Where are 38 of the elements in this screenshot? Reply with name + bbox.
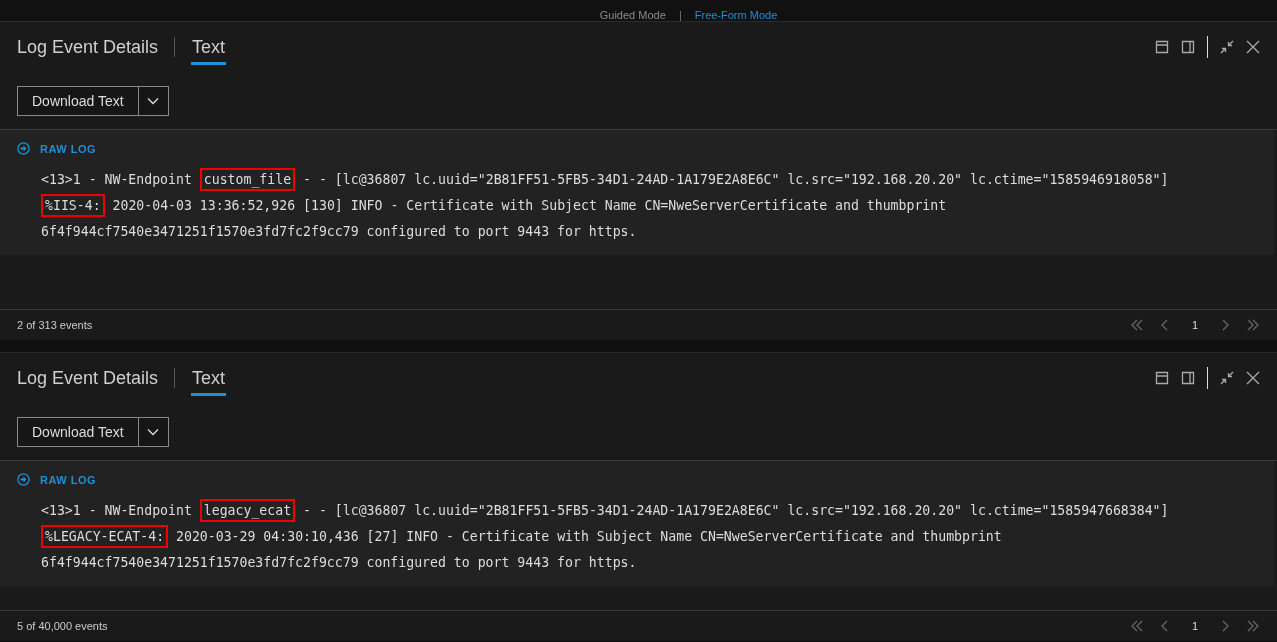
dropdown-button[interactable] [138, 416, 169, 447]
log-line: 6f4f944cf7540e3471251f1570e3fd7fc2f9cc79 configured to port 9443 for https. [41, 554, 638, 572]
page-number: 1 [1190, 319, 1199, 331]
last-page-icon[interactable] [1246, 619, 1260, 633]
dropdown-button[interactable] [138, 85, 169, 116]
close-icon[interactable] [1246, 40, 1260, 54]
arrow-circle-icon[interactable] [17, 473, 30, 486]
close-icon[interactable] [1246, 371, 1260, 385]
view-tab[interactable]: Text [191, 29, 227, 65]
log-line: %IIS-4: 2020-04-03 13:36:52,926 [130] INFO - Certificate with Subject Name CN=NweServerCertificate and thumbprint [41, 193, 1257, 219]
log-line: <13>1 - NW-Endpoint legacy_ecat - - [lc@36807 lc.uuid="2B81FF51-5FB5-34D1-24AD-1A179E2A8E6C" lc.src="192.168.20.20" lc.ctime="1585947668384"] [41, 498, 1257, 524]
caret-icon [147, 427, 160, 436]
layout-icon[interactable] [1155, 371, 1169, 385]
last-page-icon[interactable] [1246, 318, 1260, 332]
side-panel-icon[interactable] [1181, 371, 1195, 385]
first-page-icon[interactable] [1129, 318, 1144, 332]
panel-title: Log Event Details [17, 367, 159, 389]
log-line: <13>1 - NW-Endpoint custom_file - - [lc@36807 lc.uuid="2B81FF51-5FB5-34D1-24AD-1A179E2A8E6C" lc.src="192.168.20.20" lc.ctime="1585946918058"] [41, 167, 1257, 193]
event-count: 2 of 313 events [17, 319, 93, 331]
side-panel-icon[interactable] [1181, 40, 1195, 54]
view-tab[interactable]: Text [191, 360, 227, 396]
log-line: %LEGACY-ECAT-4: 2020-03-29 04:30:10,436 [27] INFO - Certificate with Subject Name CN=NweServerCertificate and thumbprint [41, 524, 1257, 550]
layout-icon[interactable] [1155, 40, 1169, 54]
download-text-button[interactable]: Download Text [17, 85, 139, 116]
caret-icon [147, 96, 160, 105]
collapse-icon[interactable] [1220, 371, 1234, 385]
event-count: 5 of 40,000 events [17, 620, 108, 632]
log-line: 6f4f944cf7540e3471251f1570e3fd7fc2f9cc79 configured to port 9443 for https. [41, 223, 638, 241]
mode-link[interactable]: Free-Form Mode [694, 9, 778, 21]
collapse-icon[interactable] [1220, 40, 1234, 54]
first-page-icon[interactable] [1129, 619, 1144, 633]
page-number: 1 [1190, 620, 1199, 632]
mode-link[interactable]: Guided Mode [599, 9, 666, 21]
arrow-circle-icon[interactable] [17, 142, 30, 155]
section-title: RAW LOG [40, 142, 97, 155]
section-title: RAW LOG [40, 473, 97, 486]
download-text-button[interactable]: Download Text [17, 416, 139, 447]
panel-title: Log Event Details [17, 36, 159, 58]
